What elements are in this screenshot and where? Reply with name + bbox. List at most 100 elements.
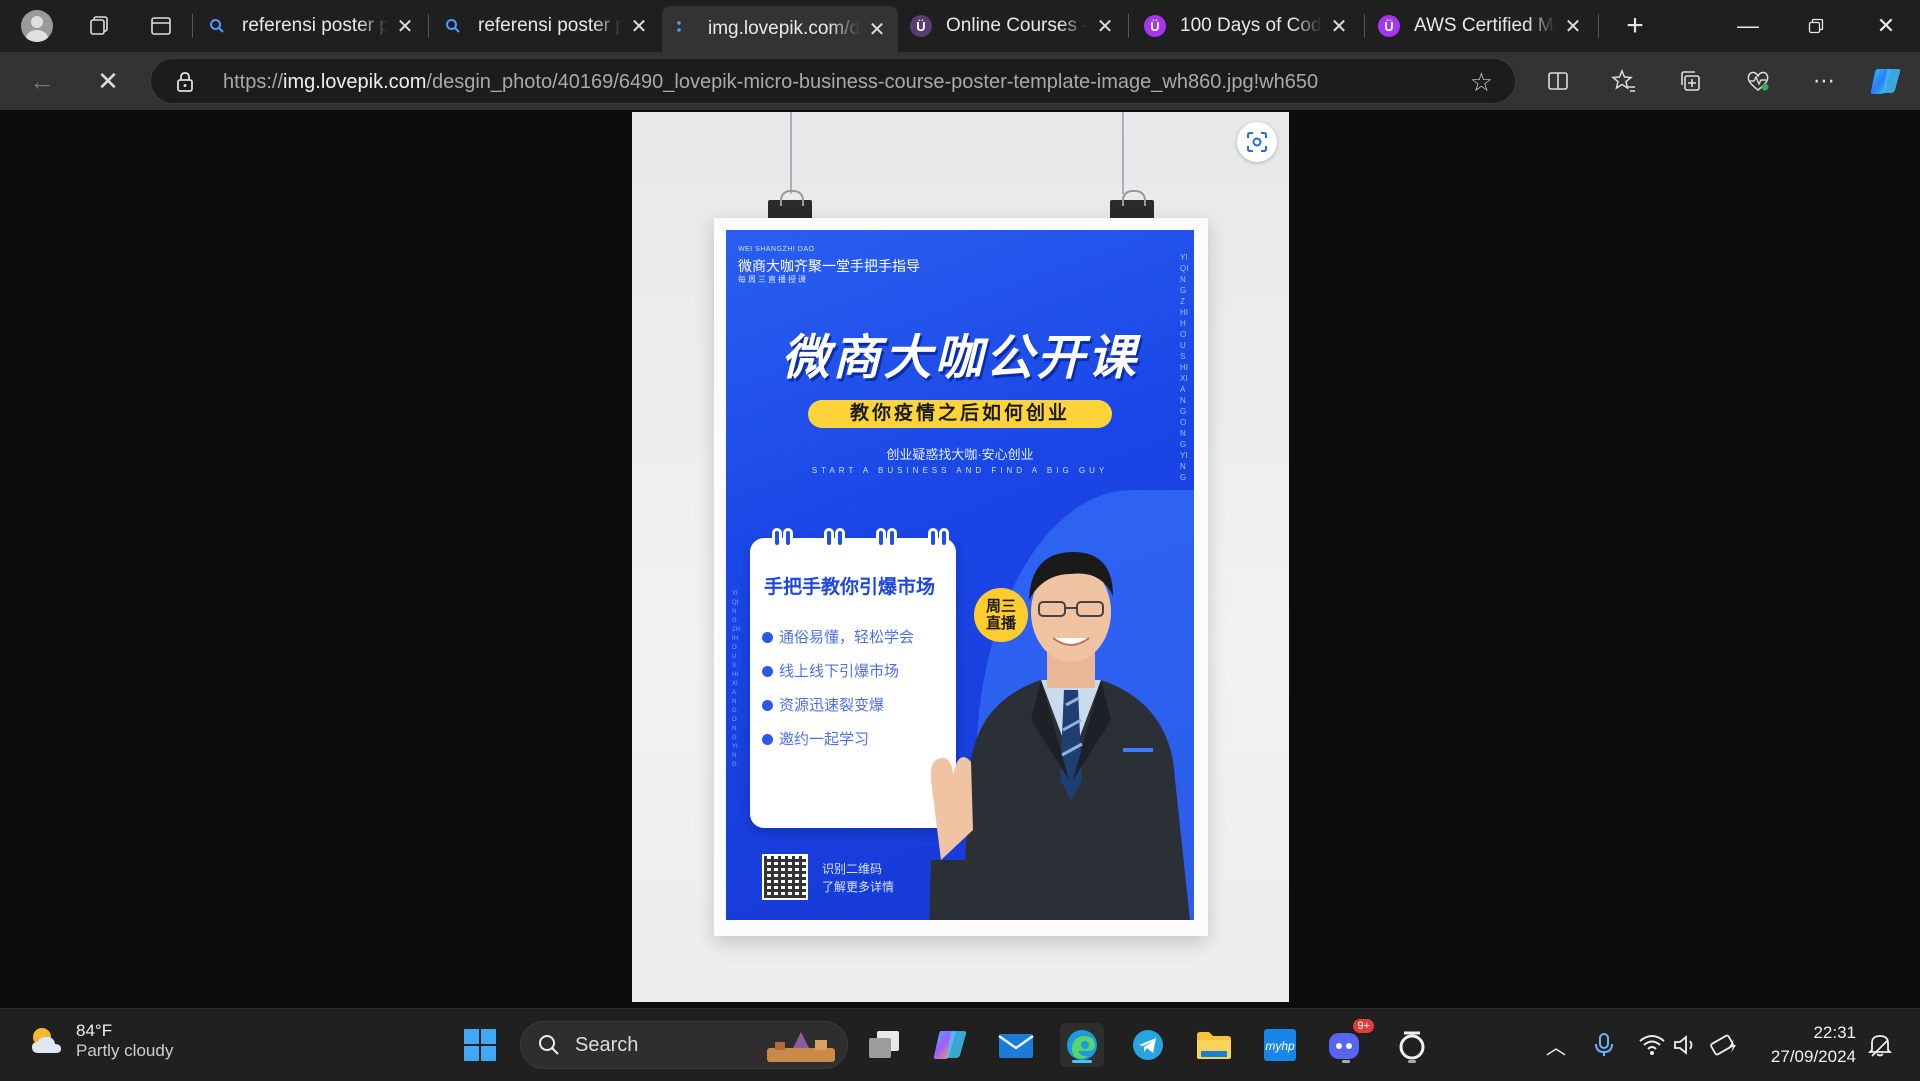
app-icon	[1399, 1031, 1425, 1060]
poster-lead: 微商大咖齐聚一堂手把手指导	[738, 258, 920, 274]
poster-pill: 教你疫情之后如何创业	[808, 400, 1112, 428]
poster-badge-line2: 直播	[985, 615, 1016, 632]
ring-binding	[772, 528, 782, 548]
new-tab-button[interactable]: +	[1612, 6, 1658, 46]
url-scheme: https://	[223, 71, 284, 93]
discord-button[interactable]: 9+	[1324, 1019, 1374, 1067]
edge-taskbar-button[interactable]	[1060, 1023, 1104, 1067]
minimize-icon: —	[1737, 13, 1759, 38]
restore-button[interactable]	[1782, 0, 1850, 52]
more-icon: ⋯	[1813, 68, 1835, 93]
poster-bullet: 线上线下引爆市场	[762, 660, 899, 681]
microphone-button[interactable]	[1582, 1023, 1626, 1067]
split-screen-button[interactable]	[1538, 61, 1578, 101]
tab-strip: referensi poster pe ✕ referensi poster p…	[0, 0, 1920, 52]
myhp-button[interactable]: myhp	[1258, 1023, 1302, 1067]
task-view-button[interactable]	[862, 1023, 906, 1067]
clock-date: 27/09/2024	[1770, 1047, 1856, 1066]
poster-bullet: 通俗易懂，轻松学会	[762, 626, 914, 647]
loading-icon	[672, 18, 694, 40]
close-tab-icon[interactable]: ✕	[866, 17, 888, 42]
visual-search-icon	[1247, 132, 1267, 152]
notification-badge: 9+	[1353, 1019, 1374, 1033]
udemy-icon: Ü	[1144, 15, 1166, 37]
telegram-icon	[1133, 1030, 1163, 1060]
close-window-button[interactable]: ✕	[1852, 0, 1920, 52]
close-tab-icon[interactable]: ✕	[1562, 14, 1584, 39]
heart-pulse-icon	[1747, 71, 1769, 91]
close-tab-icon[interactable]: ✕	[1328, 14, 1350, 39]
svg-text:myhp: myhp	[1265, 1039, 1295, 1053]
back-button[interactable]: ←	[22, 61, 62, 101]
system-clock[interactable]: 22:31 27/09/2024	[1771, 1021, 1856, 1069]
url-host: img.lovepik.com	[283, 71, 427, 93]
tab-aws[interactable]: Ü AWS Certified Ma ✕	[1368, 6, 1594, 46]
navigation-bar: ← ✕ https://img.lovepik.com/desgin_photo…	[0, 52, 1920, 110]
running-indicator	[1408, 1060, 1416, 1063]
workspaces-icon	[90, 16, 108, 35]
image-preview[interactable]: WEI SHANGZHI DAO 微商大咖齐聚一堂手把手指导 每周三直播授课 Y…	[632, 112, 1289, 1002]
close-tab-icon[interactable]: ✕	[1094, 14, 1116, 39]
profile-button[interactable]	[14, 6, 60, 46]
ring-binding	[887, 528, 897, 548]
ring-binding	[835, 528, 845, 548]
workspaces-button[interactable]	[76, 6, 122, 46]
show-hidden-icons-button[interactable]: ︿	[1534, 1023, 1578, 1067]
copilot-icon	[933, 1031, 967, 1059]
tab-100-days[interactable]: Ü 100 Days of Code ✕	[1134, 6, 1360, 46]
weather-widget[interactable]: 84°F Partly cloudy	[26, 1021, 173, 1061]
split-screen-icon	[1548, 72, 1568, 90]
start-button[interactable]	[458, 1023, 502, 1067]
poster-bullet: 资源迅速裂变爆	[762, 694, 884, 715]
tab-title: referensi poster pe	[242, 15, 388, 36]
tab-title: referensi poster pe	[478, 15, 622, 36]
collections-button[interactable]	[1670, 61, 1710, 101]
restore-icon	[1808, 18, 1824, 34]
tab-referensi-1[interactable]: referensi poster pe ✕	[196, 6, 426, 46]
close-tab-icon[interactable]: ✕	[628, 14, 650, 39]
copilot-taskbar-button[interactable]	[928, 1023, 972, 1067]
poster-vertical-text-left: YIQINGZHIHOUSHIXIANGONGYING	[732, 591, 740, 768]
browser-essentials-button[interactable]	[1738, 61, 1778, 101]
taskbar-search[interactable]: Search	[520, 1021, 848, 1069]
tab-referensi-2[interactable]: referensi poster pe ✕	[432, 6, 660, 46]
copilot-button[interactable]	[1866, 61, 1906, 101]
windows-logo-icon	[464, 1029, 496, 1061]
favorite-star-icon[interactable]: ☆	[1470, 67, 1493, 98]
mail-button[interactable]	[994, 1023, 1038, 1067]
running-indicator	[1342, 1060, 1350, 1063]
url-text[interactable]: https://img.lovepik.com/desgin_photo/401…	[223, 71, 1318, 94]
mail-icon	[998, 1034, 1034, 1058]
telegram-button[interactable]	[1126, 1023, 1170, 1067]
clock-time: 22:31	[1813, 1023, 1856, 1042]
stop-loading-button[interactable]: ✕	[88, 61, 128, 101]
file-explorer-button[interactable]	[1192, 1023, 1236, 1067]
settings-more-button[interactable]: ⋯	[1804, 61, 1844, 101]
hanging-string	[1122, 112, 1124, 194]
poster-badge-line1: 周三	[985, 598, 1016, 615]
task-view-icon	[869, 1031, 899, 1058]
tab-lovepik-active[interactable]: img.lovepik.com/d ✕	[662, 6, 898, 52]
tab-online-courses[interactable]: Ü Online Courses - L ✕	[900, 6, 1126, 46]
poster-small-en: WEI SHANGZHI DAO	[738, 246, 815, 253]
plus-icon: +	[1626, 9, 1644, 42]
address-bar[interactable]: https://img.lovepik.com/desgin_photo/401…	[150, 58, 1516, 104]
tab-separator	[1364, 14, 1365, 38]
battery-status[interactable]	[1702, 1023, 1746, 1067]
qr-code	[762, 854, 808, 900]
close-tab-icon[interactable]: ✕	[394, 14, 416, 39]
poster-badge: 周三 直播	[974, 588, 1028, 642]
vertical-tabs-button[interactable]	[138, 6, 184, 46]
app-button[interactable]	[1390, 1023, 1434, 1067]
notifications-button[interactable]	[1858, 1023, 1902, 1067]
close-icon: ✕	[1876, 13, 1896, 38]
favorites-button[interactable]	[1604, 61, 1644, 101]
weather-description: Partly cloudy	[76, 1041, 174, 1060]
search-label: Search	[575, 1034, 639, 1056]
tab-separator	[192, 14, 193, 38]
minimize-button[interactable]: —	[1714, 0, 1782, 52]
visual-search-button[interactable]	[1237, 122, 1277, 162]
stop-icon: ✕	[97, 65, 119, 96]
back-arrow-icon: ←	[29, 65, 55, 96]
poster-qr-caption: 识别二维码 了解更多详情	[822, 860, 894, 896]
